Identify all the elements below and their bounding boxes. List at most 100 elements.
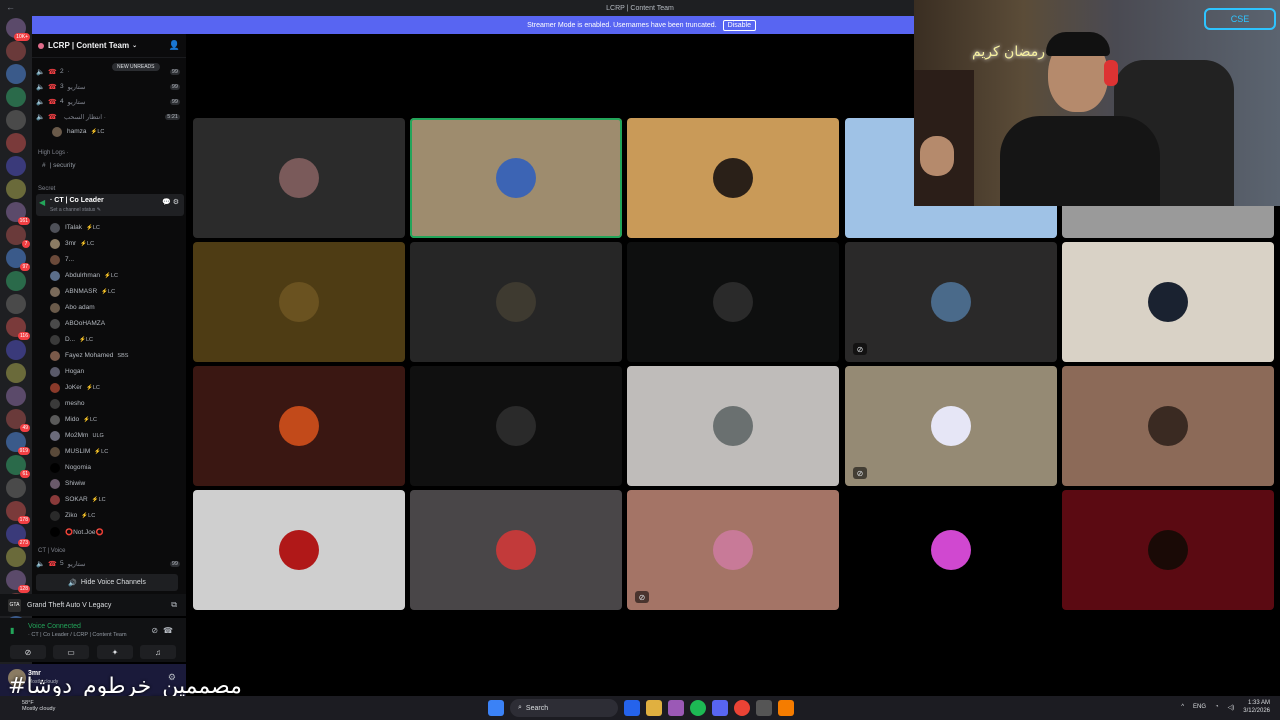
folder-icon[interactable]	[646, 700, 662, 716]
voice-channel-5[interactable]: 🔈 ☎ 5 ستاريو 99	[32, 556, 186, 571]
spotify-icon[interactable]	[690, 700, 706, 716]
clock[interactable]: 1:33 AM 3/12/2026	[1243, 699, 1270, 715]
server-icon[interactable]: 128	[6, 570, 30, 593]
server-icon[interactable]: 919	[6, 432, 30, 455]
voice-member-row[interactable]: 3mr ⚡LC	[32, 236, 186, 251]
signal-icon[interactable]: ▮	[10, 626, 14, 635]
soundboard-icon[interactable]: ♫	[140, 645, 176, 659]
voice-member-row[interactable]: ITalak ⚡LC	[32, 220, 186, 235]
voice-member-row[interactable]: mesho	[32, 396, 186, 411]
voice-member-row[interactable]: Abo adam	[32, 300, 186, 315]
invite-icon[interactable]: 👤	[169, 40, 180, 51]
server-icon[interactable]	[6, 156, 26, 176]
weather-widget[interactable]: 58°F Mostly cloudy	[22, 700, 55, 712]
server-icon[interactable]: 161	[6, 202, 30, 225]
voice-status[interactable]: Voice Connected	[28, 623, 81, 630]
voice-channel-row[interactable]: 🔈 ☎ انتظار السحب · 5:21	[32, 109, 186, 124]
server-icon[interactable]	[6, 271, 26, 291]
app-icon[interactable]	[756, 700, 772, 716]
server-icon[interactable]	[6, 64, 26, 84]
lang-indicator[interactable]: ENG	[1193, 704, 1206, 710]
voice-member-row[interactable]: Abdulrhman ⚡LC	[32, 268, 186, 283]
server-icon[interactable]: 116	[6, 317, 30, 340]
participant-tile[interactable]	[193, 490, 405, 610]
voice-channel-row[interactable]: 🔈 ☎ 3 ستاريو 99	[32, 79, 186, 94]
hamza-row[interactable]: hamza ⚡LC	[32, 124, 186, 139]
participant-tile[interactable]	[410, 490, 622, 610]
app-icon[interactable]	[778, 700, 794, 716]
participant-tile[interactable]	[193, 366, 405, 486]
server-icon[interactable]	[6, 41, 26, 61]
participant-tile[interactable]	[1062, 366, 1274, 486]
server-icon[interactable]: 178	[6, 501, 30, 524]
server-icon[interactable]	[6, 110, 26, 130]
back-icon[interactable]: ←	[6, 2, 15, 12]
discord-icon[interactable]	[712, 700, 728, 716]
channel-status[interactable]: Set a channel status ✎	[50, 207, 101, 213]
screen-share-icon[interactable]: ▭	[53, 645, 89, 659]
server-icon[interactable]	[6, 363, 26, 383]
server-icon[interactable]	[6, 87, 26, 107]
disable-streamer-button[interactable]: Disable	[722, 19, 756, 31]
participant-tile[interactable]: ⊘	[845, 242, 1057, 362]
camera-off-icon[interactable]: ⊘	[10, 645, 46, 659]
channel-security[interactable]: # | security	[32, 158, 186, 173]
server-icon[interactable]	[6, 179, 26, 199]
voice-member-row[interactable]: Mo2Mm ULG	[32, 428, 186, 443]
participant-tile[interactable]	[627, 118, 839, 238]
activity-panel[interactable]: GTA Grand Theft Auto V Legacy ⧉	[0, 594, 186, 616]
server-icon[interactable]	[6, 133, 26, 153]
voice-member-row[interactable]: Hogan	[32, 364, 186, 379]
chevron-up-icon[interactable]: ^	[1181, 704, 1184, 710]
voice-member-row[interactable]: SOKAR ⚡LC	[32, 492, 186, 507]
new-unreads-badge[interactable]: NEW UNREADS	[112, 63, 160, 71]
server-icon[interactable]	[6, 478, 26, 498]
voice-member-row[interactable]: Ziko ⚡LC	[32, 508, 186, 523]
server-icon[interactable]: 97	[6, 248, 30, 271]
server-icon[interactable]	[6, 340, 26, 360]
voice-member-row[interactable]: MUSLIM ⚡LC	[32, 444, 186, 459]
server-icon[interactable]: 61	[6, 455, 30, 478]
server-icon[interactable]	[6, 547, 26, 567]
server-header[interactable]: LCRP | Content Team ⌄ 👤	[32, 34, 186, 58]
volume-icon[interactable]: ◁)	[1228, 704, 1235, 711]
voice-member-row[interactable]: ABNMASR ⚡LC	[32, 284, 186, 299]
disconnect-icon[interactable]: ⊘☎	[151, 626, 178, 635]
voice-member-row[interactable]: Mido ⚡LC	[32, 412, 186, 427]
voice-member-row[interactable]: ⭕Not.Joe⭕	[32, 524, 186, 539]
server-icon[interactable]	[6, 386, 26, 406]
voice-member-row[interactable]: D... ⚡LC	[32, 332, 186, 347]
server-icon[interactable]: 49	[6, 409, 30, 432]
participant-tile[interactable]	[845, 490, 1057, 610]
server-icon[interactable]: 10K+	[6, 18, 30, 41]
participant-tile[interactable]	[410, 118, 622, 238]
voice-member-row[interactable]: Nogomia	[32, 460, 186, 475]
active-voice-channel[interactable]: ◀ · CT | Co Leader Set a channel status …	[36, 194, 184, 216]
channel-actions[interactable]: 💬⚙	[162, 198, 181, 206]
screen-share-icon[interactable]: ⧉	[171, 600, 177, 610]
server-icon[interactable]: 7	[6, 225, 30, 248]
voice-member-row[interactable]: 7...	[32, 252, 186, 267]
hide-voice-channels-button[interactable]: 🔊 Hide Voice Channels	[36, 574, 178, 591]
participant-tile[interactable]	[627, 242, 839, 362]
voice-channel-row[interactable]: 🔈 ☎ 2 · 99	[32, 64, 186, 79]
participant-tile[interactable]	[627, 366, 839, 486]
participant-tile[interactable]: ⊘	[845, 366, 1057, 486]
participant-tile[interactable]	[410, 242, 622, 362]
copilot-icon[interactable]	[668, 700, 684, 716]
voice-member-row[interactable]: JoKer ⚡LC	[32, 380, 186, 395]
voice-channel-row[interactable]: 🔈 ☎ 4 ستاريو 99	[32, 94, 186, 109]
edge-icon[interactable]	[624, 700, 640, 716]
start-icon[interactable]	[488, 700, 504, 716]
voice-member-row[interactable]: ABOoHAMZA	[32, 316, 186, 331]
server-icon[interactable]: 273	[6, 524, 30, 547]
participant-tile[interactable]	[1062, 242, 1274, 362]
wifi-icon[interactable]: ◔	[1215, 704, 1219, 710]
voice-member-row[interactable]: Shiwiw	[32, 476, 186, 491]
activities-icon[interactable]: ✦	[97, 645, 133, 659]
participant-tile[interactable]	[1062, 490, 1274, 610]
voice-member-row[interactable]: Fayez Mohamed SBS	[32, 348, 186, 363]
participant-tile[interactable]	[193, 118, 405, 238]
participant-tile[interactable]: ⊘	[627, 490, 839, 610]
chrome-icon[interactable]	[734, 700, 750, 716]
